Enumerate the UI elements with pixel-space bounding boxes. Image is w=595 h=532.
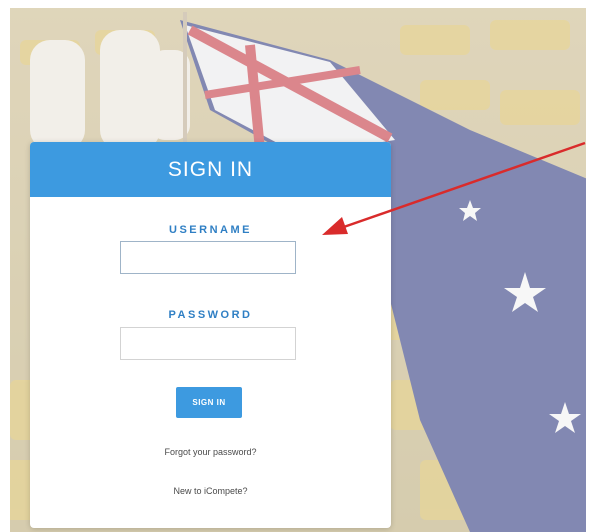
annotation-arrow-icon xyxy=(322,141,586,235)
